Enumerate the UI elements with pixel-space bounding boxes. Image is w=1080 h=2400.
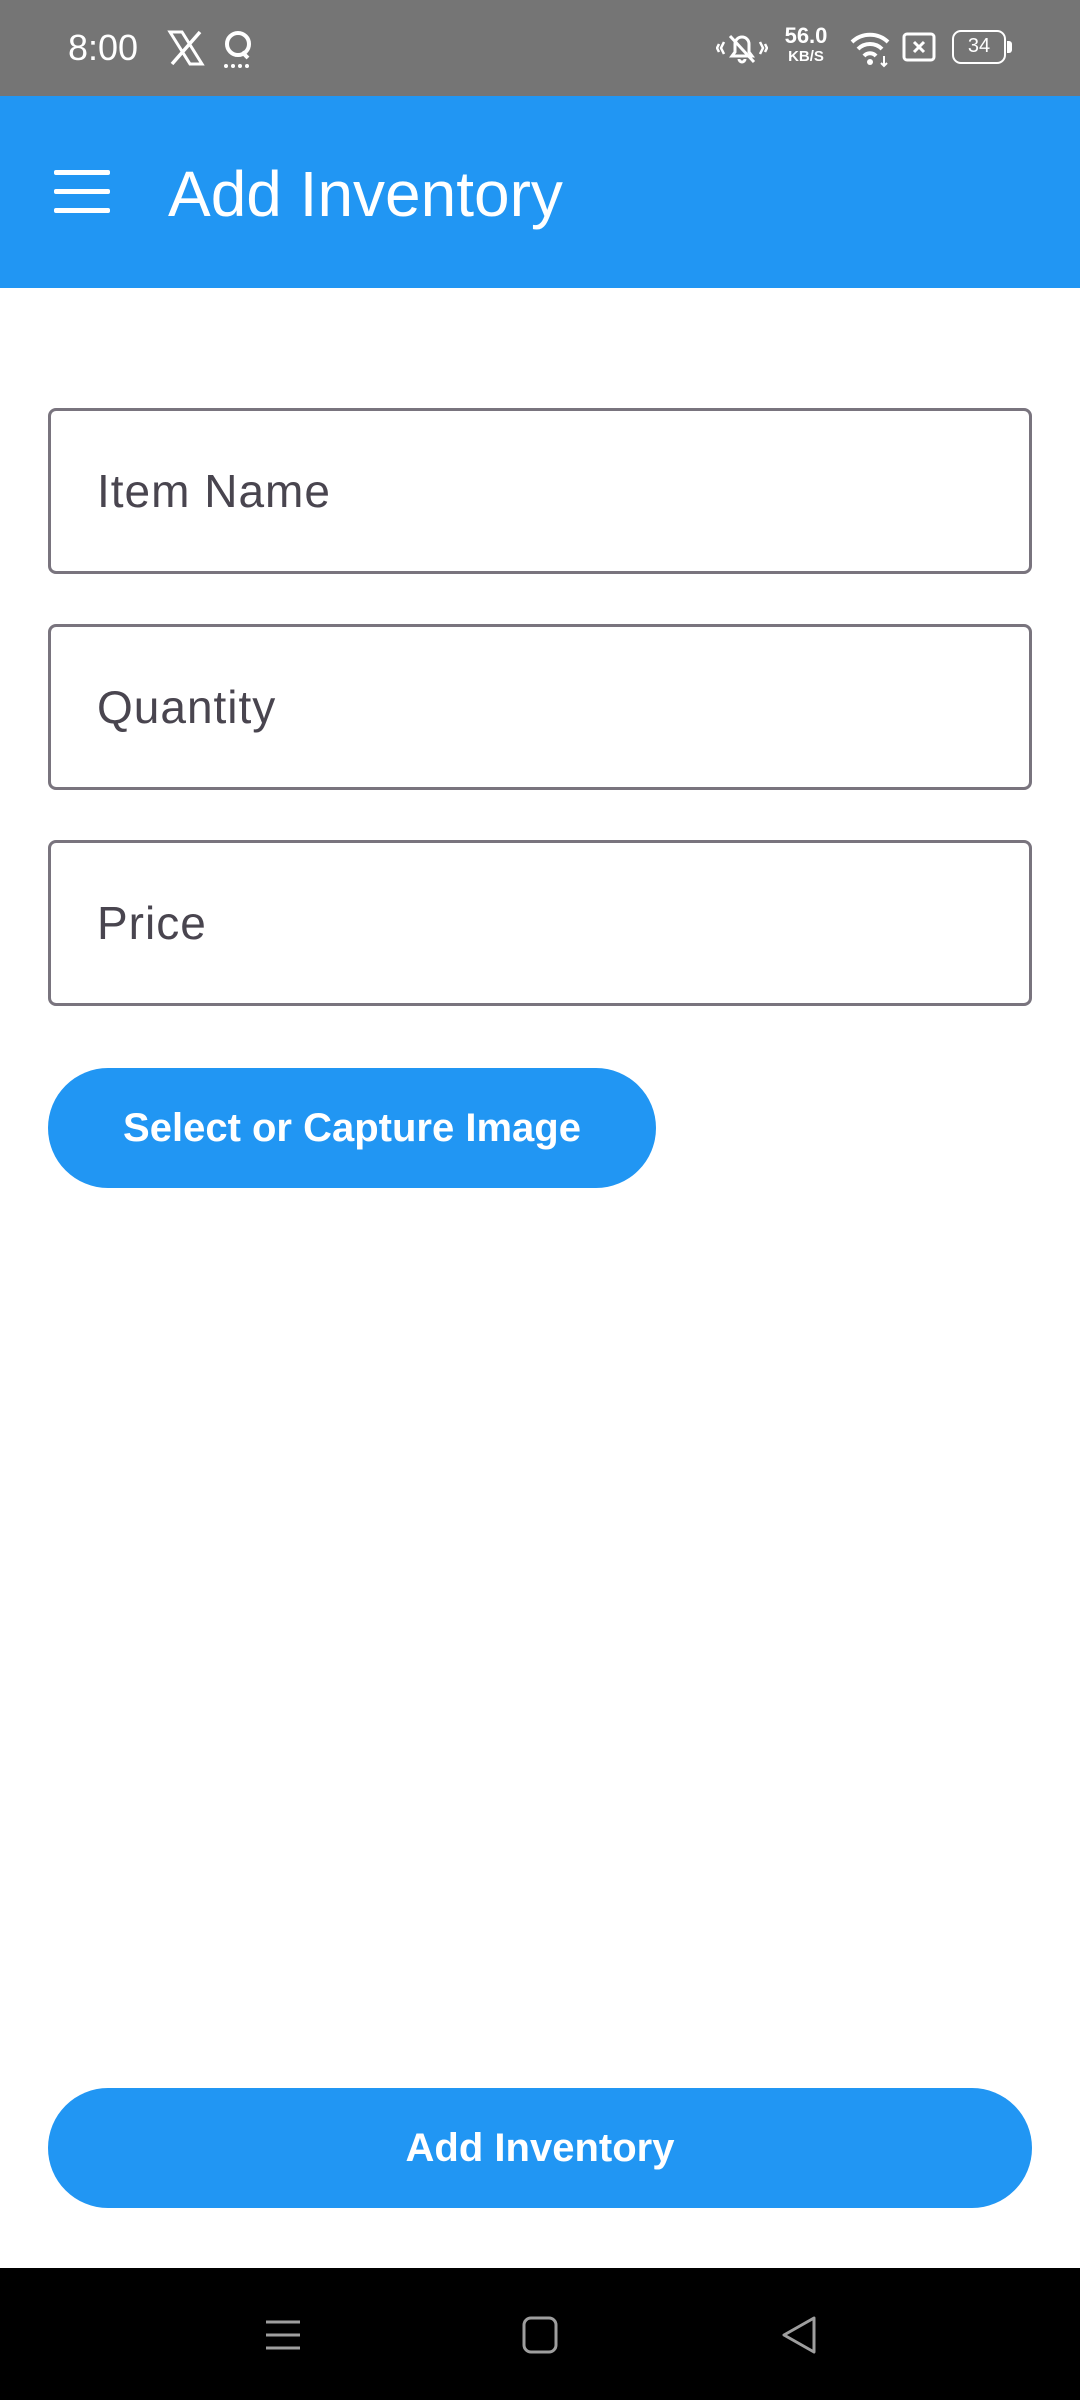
battery-level: 34 bbox=[952, 30, 1006, 64]
recents-icon[interactable] bbox=[262, 2310, 304, 2360]
battery-icon: 34 bbox=[952, 30, 1012, 64]
q-app-icon bbox=[224, 31, 251, 68]
item-name-field[interactable] bbox=[48, 408, 1032, 574]
status-bar: 8:00 56.0 KB/S 34 bbox=[0, 0, 1080, 96]
back-icon[interactable] bbox=[776, 2310, 822, 2360]
quantity-input[interactable] bbox=[51, 627, 1029, 787]
add-inventory-button[interactable]: Add Inventory bbox=[48, 2088, 1032, 2208]
price-input[interactable] bbox=[51, 843, 1029, 1003]
app-bar: Add Inventory bbox=[0, 96, 1080, 288]
system-nav-bar bbox=[0, 2268, 1080, 2400]
quantity-field[interactable] bbox=[48, 624, 1032, 790]
x-app-icon bbox=[167, 30, 205, 66]
item-name-input[interactable] bbox=[51, 411, 1029, 571]
hamburger-menu-icon[interactable] bbox=[54, 170, 112, 214]
sim-icon bbox=[902, 32, 936, 62]
price-field[interactable] bbox=[48, 840, 1032, 1006]
home-icon[interactable] bbox=[516, 2310, 564, 2360]
network-speed: 56.0 KB/S bbox=[778, 24, 834, 72]
battery-tip bbox=[1007, 41, 1012, 53]
page-title: Add Inventory bbox=[168, 158, 563, 230]
net-speed-value: 56.0 bbox=[784, 23, 828, 48]
net-speed-unit: KB/S bbox=[788, 48, 824, 65]
vibrate-icon bbox=[716, 34, 768, 64]
status-time: 8:00 bbox=[68, 27, 139, 68]
wifi-icon bbox=[850, 32, 890, 68]
select-image-button[interactable]: Select or Capture Image bbox=[48, 1068, 656, 1188]
